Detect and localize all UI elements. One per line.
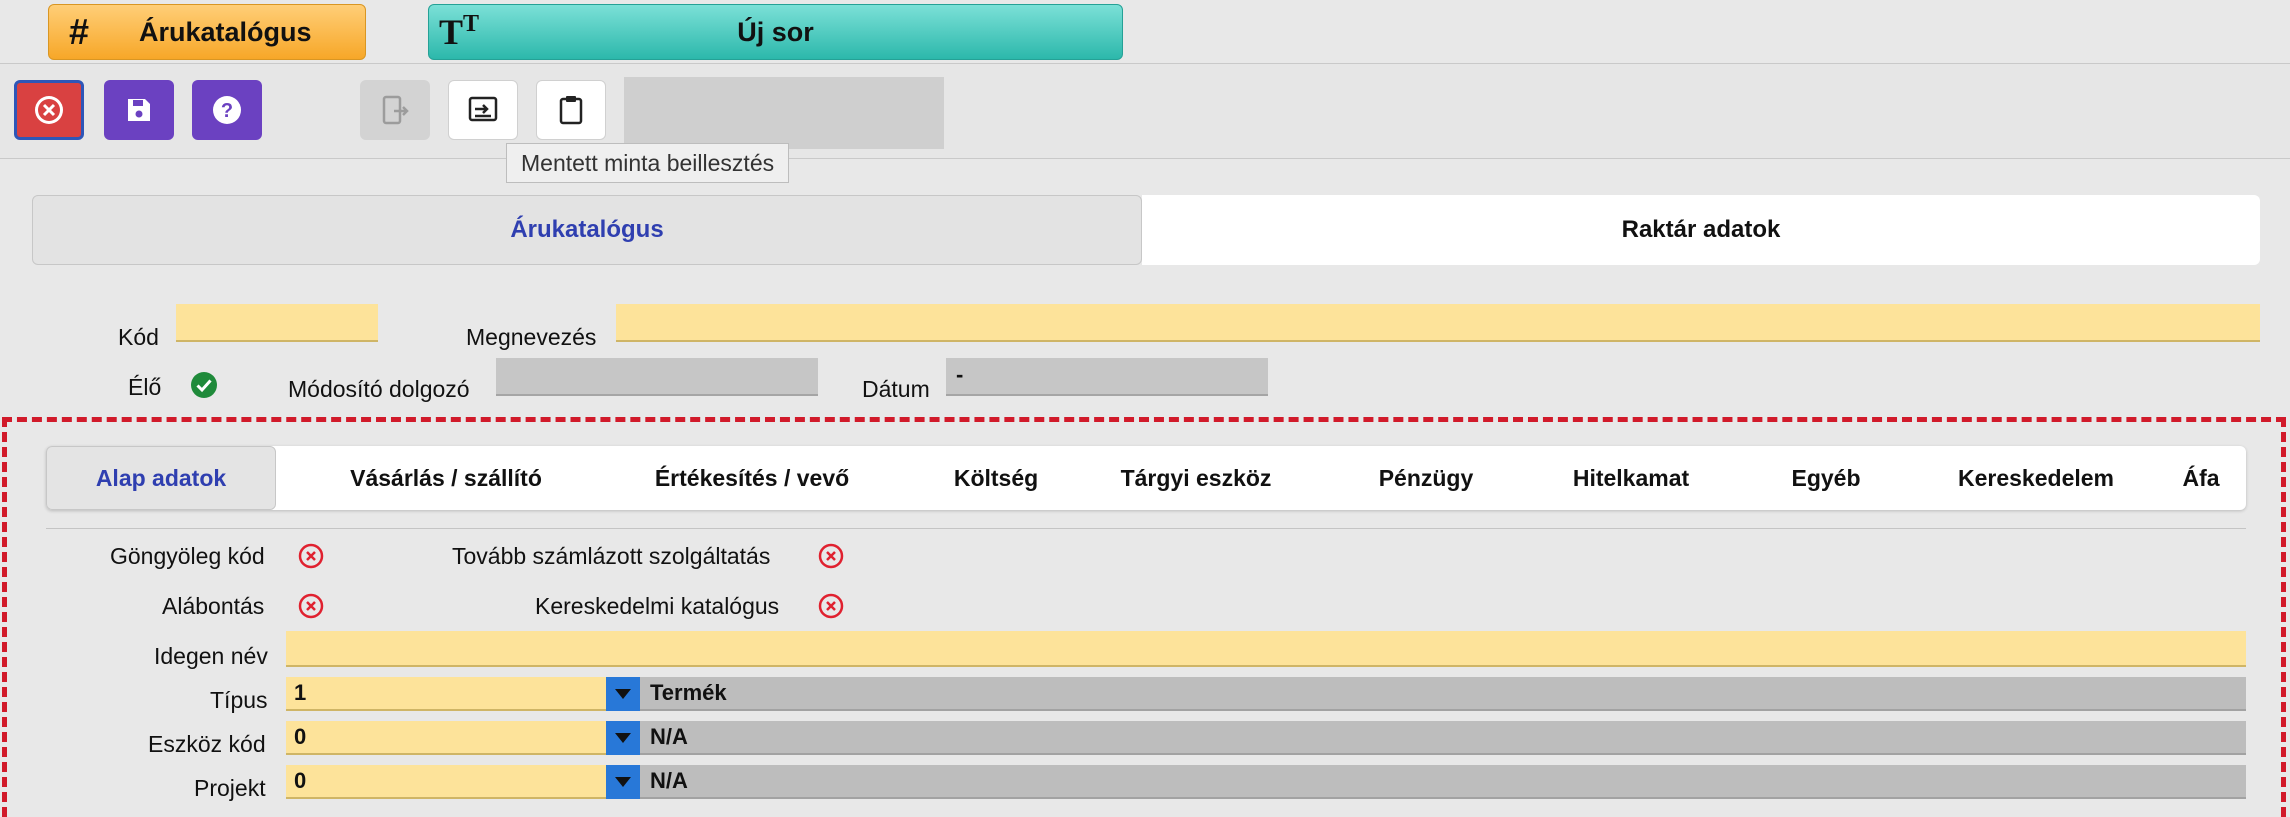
section-tab-arukatalogus[interactable]: Árukatalógus xyxy=(32,195,1142,265)
tab-arukatalogus-label: Árukatalógus xyxy=(139,16,312,47)
chevron-down-icon xyxy=(615,689,631,699)
save-icon xyxy=(128,99,150,121)
code-field[interactable] xyxy=(176,304,378,342)
sub-breakdown-x-icon[interactable] xyxy=(298,593,324,619)
svg-text:?: ? xyxy=(221,100,233,122)
divider xyxy=(46,528,2246,529)
tab-uj-sor[interactable]: TT Új sor xyxy=(428,4,1123,60)
packaging-code-x-icon[interactable] xyxy=(298,543,324,569)
sub-breakdown-label: Alábontás xyxy=(162,593,265,619)
toolbar-empty-area xyxy=(624,77,944,149)
type-code-field[interactable]: 1 xyxy=(286,677,606,711)
modifier-field xyxy=(496,358,818,396)
project-name-field: N/A xyxy=(640,765,2246,799)
trade-catalog-x-icon[interactable] xyxy=(818,593,844,619)
rebilled-service-x-icon[interactable] xyxy=(818,543,844,569)
asset-code-field[interactable]: 0 xyxy=(286,721,606,755)
chevron-down-icon xyxy=(615,733,631,743)
close-icon xyxy=(35,96,63,124)
packaging-code-label: Göngyöleg kód xyxy=(110,543,265,569)
tab-egyeb[interactable]: Egyéb xyxy=(1716,446,1936,510)
foreign-name-label: Idegen név xyxy=(154,643,268,669)
tab-kereskedelem[interactable]: Kereskedelem xyxy=(1906,446,2166,510)
tab-hitelkamat[interactable]: Hitelkamat xyxy=(1516,446,1746,510)
trade-catalog-label: Kereskedelmi katalógus xyxy=(535,593,780,619)
tooltip: Mentett minta beillesztés xyxy=(506,143,790,183)
asset-name-field: N/A xyxy=(640,721,2246,755)
tab-targyi-eszkoz[interactable]: Tárgyi eszköz xyxy=(1076,446,1316,510)
project-label: Projekt xyxy=(194,775,266,801)
tab-vasarlas-szallito[interactable]: Vásárlás / szállító xyxy=(296,446,596,510)
section-tab-raktar-adatok[interactable]: Raktár adatok xyxy=(1142,195,2260,265)
clipboard-icon xyxy=(559,96,583,125)
name-label: Megnevezés xyxy=(466,324,597,350)
help-button[interactable]: ? xyxy=(192,80,262,140)
hash-icon: # xyxy=(68,11,90,52)
name-field[interactable] xyxy=(616,304,2260,342)
tab-koltseg[interactable]: Költség xyxy=(886,446,1106,510)
date-field: - xyxy=(946,358,1268,396)
tab-penzugy[interactable]: Pénzügy xyxy=(1316,446,1536,510)
type-label: Típus xyxy=(210,687,268,713)
alive-label: Élő xyxy=(128,374,162,400)
export-icon xyxy=(382,95,409,125)
clipboard-button[interactable] xyxy=(536,80,606,140)
asset-dropdown-button[interactable] xyxy=(606,721,640,755)
save-button[interactable] xyxy=(104,80,174,140)
type-dropdown-button[interactable] xyxy=(606,677,640,711)
toolbar: ? xyxy=(0,63,2290,159)
section-tabs: Árukatalógus Raktár adatok xyxy=(32,195,2260,265)
code-label: Kód xyxy=(118,324,159,350)
type-name-field: Termék xyxy=(640,677,2246,711)
tab-arukatalogus[interactable]: # Árukatalógus xyxy=(48,4,366,60)
tab-ertekesites-vevo[interactable]: Értékesítés / vevő xyxy=(602,446,902,510)
tab-alap-adatok[interactable]: Alap adatok xyxy=(46,446,276,510)
paste-sample-button[interactable] xyxy=(448,80,518,140)
export-button[interactable] xyxy=(360,80,430,140)
modifier-label: Módosító dolgozó xyxy=(288,376,470,402)
check-icon[interactable] xyxy=(190,371,218,399)
foreign-name-field[interactable] xyxy=(286,631,2246,667)
close-button[interactable] xyxy=(14,80,84,140)
project-dropdown-button[interactable] xyxy=(606,765,640,799)
tab-uj-sor-label: Új sor xyxy=(737,16,814,47)
asset-code-label: Eszköz kód xyxy=(148,731,266,757)
inner-tab-bar: Alap adatok Vásárlás / szállító Értékesí… xyxy=(46,446,2246,510)
text-size-icon: TT xyxy=(438,11,480,52)
rebilled-service-label: Tovább számlázott szolgáltatás xyxy=(452,543,771,569)
project-code-field[interactable]: 0 xyxy=(286,765,606,799)
paste-sample-icon xyxy=(468,96,498,122)
help-icon: ? xyxy=(213,96,241,124)
tab-afa[interactable]: Áfa xyxy=(2156,446,2246,510)
chevron-down-icon xyxy=(615,777,631,787)
date-label: Dátum xyxy=(862,376,930,402)
